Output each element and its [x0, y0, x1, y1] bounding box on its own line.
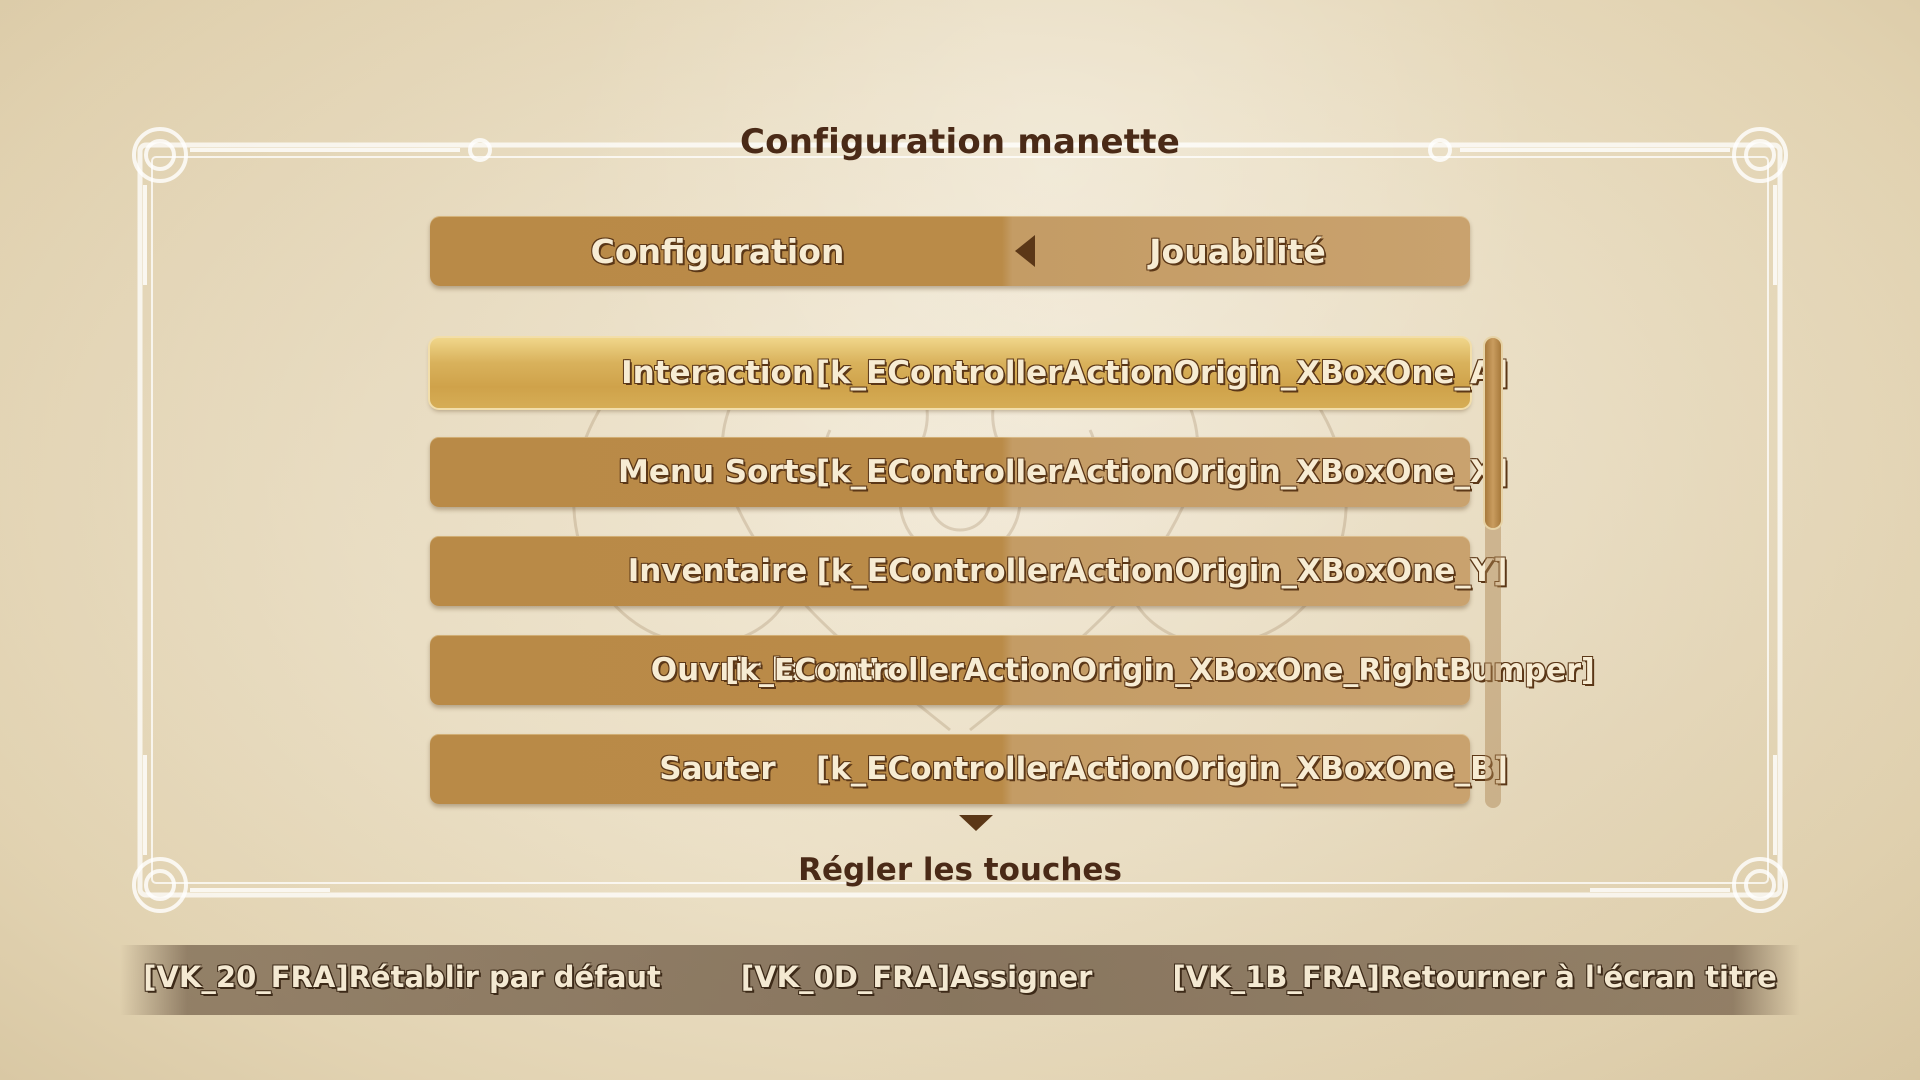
triangle-down-icon[interactable] [959, 815, 993, 831]
binding-row-inventaire[interactable]: Inventaire [k_EControllerActionOrigin_XB… [430, 536, 1507, 606]
binding-value: [k_EControllerActionOrigin_XBoxOne_X] [815, 454, 1509, 490]
binding-row-menu-sorts[interactable]: Menu Sorts [k_EControllerActionOrigin_XB… [430, 437, 1508, 507]
back-to-title-button[interactable]: [VK_1B_FRA]Retourner à l'écran titre [1172, 960, 1776, 1000]
page-title: Configuration manette [740, 122, 1180, 162]
tab-jouabilite[interactable]: Jouabilité [1005, 216, 1470, 286]
binding-value: [k_EControllerActionOrigin_XBoxOne_Right… [725, 652, 1595, 688]
binding-value: [k_EControllerActionOrigin_XBoxOne_B] [816, 751, 1508, 787]
assign-button[interactable]: [VK_0D_FRA]Assigner [741, 960, 1093, 1000]
scrollbar-thumb[interactable] [1485, 338, 1501, 528]
binding-value: [k_EControllerActionOrigin_XBoxOne_A] [815, 355, 1509, 391]
binding-row-ouvrir-la-carte[interactable]: Ouvrir la carte [k_EControllerActionOrig… [430, 635, 1595, 705]
reset-defaults-button[interactable]: [VK_20_FRA]Rétablir par défaut [143, 960, 661, 1000]
footer-prompts: [VK_20_FRA]Rétablir par défaut [VK_0D_FR… [0, 960, 1920, 1000]
section-subtitle: Régler les touches [798, 852, 1122, 888]
binding-row-sauter[interactable]: Sauter [k_EControllerActionOrigin_XBoxOn… [430, 734, 1508, 804]
binding-row-interaction[interactable]: Interaction [k_EControllerActionOrigin_X… [430, 338, 1508, 408]
tab-configuration[interactable]: Configuration [430, 216, 1005, 286]
binding-value: [k_EControllerActionOrigin_XBoxOne_Y] [816, 553, 1508, 589]
tab-bar: Configuration Jouabilité [430, 216, 1470, 286]
